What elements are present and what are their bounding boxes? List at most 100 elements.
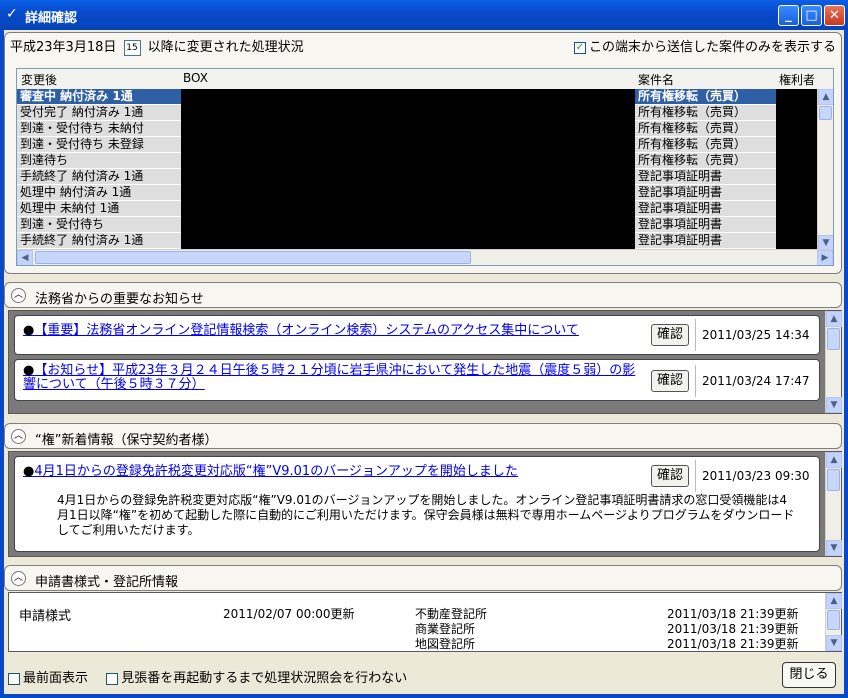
row-case: 所有権移転（売買）	[635, 137, 776, 153]
ken-scroll-thumb[interactable]	[827, 469, 840, 491]
only-this-terminal-checkbox[interactable]: ✓	[573, 41, 586, 54]
table-row[interactable]: 到達・受付待ち 登記事項証明書	[17, 217, 833, 233]
ministry-scroll-thumb[interactable]	[827, 328, 840, 350]
collapse-chevron-icon[interactable]: ︿	[11, 429, 26, 444]
row-owner	[776, 121, 820, 137]
ken-notices: ●4月1日からの登録免許税変更対応版“権”V9.01のバージョンアップを開始しま…	[8, 451, 842, 557]
status-grid[interactable]: 変更後 BOX 案件名 権利者 審査中 納付済み 1通 所有権移転（売買） 受付完了…	[16, 68, 834, 266]
apply-section-header[interactable]: ︿ 申請書様式・登記所情報	[4, 565, 842, 591]
notice-link[interactable]: ●【お知らせ】平成23年３月２４日午後５時２１分頃に岩手県沖において発生した地震…	[23, 364, 643, 392]
notice-bullet: ●	[23, 363, 35, 378]
form-updated: 2011/02/07 00:00更新	[223, 607, 355, 621]
table-row[interactable]: 審査中 納付済み 1通 所有権移転（売買）	[17, 89, 833, 105]
calendar-day: 15	[126, 42, 138, 53]
row-status: 受付完了 納付済み 1通	[17, 105, 181, 121]
title-bar[interactable]: ✓ 詳細確認 _ □ ✕	[0, 0, 848, 30]
row-box	[181, 201, 635, 217]
status-suffix: 以降に変更された処理状況	[147, 40, 304, 55]
topmost-checkbox[interactable]	[8, 672, 20, 685]
window-title: 詳細確認	[25, 11, 78, 26]
grid-horizontal-scrollbar[interactable]: ◀ ▶	[17, 249, 833, 265]
table-row[interactable]: 処理中 納付済み 1通 登記事項証明書	[17, 185, 833, 201]
topmost-label: 最前面表示	[23, 671, 89, 686]
ken-notice-link[interactable]: ●4月1日からの登録免許税変更対応版“権”V9.01のバージョンアップを開始しま…	[23, 465, 643, 479]
only-this-terminal-label: この端末から送信した案件のみを表示する	[588, 40, 836, 55]
ken-section-header[interactable]: ︿ “権”新着情報（保守契約者様）	[4, 423, 842, 449]
row-case: 登記事項証明書	[635, 185, 776, 201]
table-row[interactable]: 受付完了 納付済み 1通 所有権移転（売買）	[17, 105, 833, 121]
only-this-terminal-option[interactable]: ✓ この端末から送信した案件のみを表示する	[573, 36, 836, 55]
confirm-button[interactable]: 確認	[651, 324, 689, 346]
apply-info: 申請様式 2011/02/07 00:00更新 不動産登記所 商業登記所 地図登…	[8, 592, 842, 652]
col-header-owner[interactable]: 権利者	[779, 71, 815, 88]
row-status: 到達待ち	[17, 153, 181, 169]
notice-date: 2011/03/24 17:47	[695, 365, 810, 397]
ministry-section-title: 法務省からの重要なお知らせ	[35, 292, 204, 307]
row-status: 到達・受付待ち 未納付	[17, 121, 181, 137]
col-header-box[interactable]: BOX	[183, 71, 208, 85]
grid-hscroll-thumb[interactable]	[35, 251, 471, 264]
ministry-scrollbar[interactable]: ▲ ▼	[825, 311, 842, 413]
scroll-down-icon[interactable]: ▼	[826, 635, 842, 651]
scroll-right-icon[interactable]: ▶	[817, 250, 833, 265]
ken-notice-link-text[interactable]: 4月1日からの登録免許税変更対応版“権”V9.01のバージョンアップを開始しまし…	[34, 464, 518, 479]
scroll-up-icon[interactable]: ▲	[826, 311, 842, 327]
scroll-up-icon[interactable]: ▲	[826, 452, 842, 468]
minimize-button[interactable]: _	[778, 5, 799, 26]
row-status: 審査中 納付済み 1通	[17, 89, 181, 105]
confirm-button[interactable]: 確認	[651, 465, 689, 487]
row-box	[181, 105, 635, 121]
notice-item: ●【重要】法務省オンライン登記情報検索（オンライン検索）システムのアクセス集中に…	[14, 315, 820, 355]
table-row[interactable]: 到達待ち 所有権移転（売買）	[17, 153, 833, 169]
grid-vscroll-thumb[interactable]	[819, 106, 832, 120]
grid-vertical-scrollbar[interactable]: ▲ ▼	[817, 89, 833, 251]
maximize-button[interactable]: □	[801, 5, 822, 26]
table-row[interactable]: 到達・受付待ち 未納付 所有権移転（売買）	[17, 121, 833, 137]
apply-scroll-thumb[interactable]	[827, 610, 840, 630]
table-row[interactable]: 到達・受付待ち 未登録 所有権移転（売買）	[17, 137, 833, 153]
row-owner	[776, 185, 820, 201]
row-box	[181, 137, 635, 153]
row-owner	[776, 137, 820, 153]
table-row[interactable]: 手続終了 納付済み 1通 登記事項証明書	[17, 169, 833, 185]
notice-link-text[interactable]: 【重要】法務省オンライン登記情報検索（オンライン検索）システムのアクセス集中につ…	[34, 323, 579, 338]
collapse-chevron-icon[interactable]: ︿	[11, 288, 26, 303]
apply-scrollbar[interactable]: ▲ ▼	[825, 593, 842, 651]
confirm-button[interactable]: 確認	[651, 370, 689, 392]
notice-item: ●【お知らせ】平成23年３月２４日午後５時２１分頃に岩手県沖において発生した地震…	[14, 359, 820, 401]
row-case: 所有権移転（売買）	[635, 121, 776, 137]
scroll-up-icon[interactable]: ▲	[818, 89, 833, 105]
status-date: 平成23年3月18日	[10, 40, 117, 55]
col-header-case[interactable]: 案件名	[638, 71, 674, 88]
row-case: 登記事項証明書	[635, 201, 776, 217]
no-query-checkbox[interactable]	[106, 672, 119, 685]
row-case: 登記事項証明書	[635, 233, 776, 249]
scroll-up-icon[interactable]: ▲	[826, 593, 842, 609]
apply-section-title: 申請書様式・登記所情報	[35, 575, 179, 590]
ken-section-title: “権”新着情報（保守契約者様）	[35, 433, 218, 448]
calendar-icon[interactable]: 15	[123, 39, 141, 56]
row-status: 到達・受付待ち 未登録	[17, 137, 181, 153]
col-header-status[interactable]: 変更後	[21, 71, 57, 88]
office-updated: 2011/03/18 21:39更新	[667, 637, 799, 651]
notice-bullet: ●	[23, 464, 35, 479]
close-window-button[interactable]: ✕	[824, 5, 845, 26]
scroll-down-icon[interactable]: ▼	[826, 397, 842, 413]
table-row[interactable]: 手続終了 納付済み 1通 登記事項証明書	[17, 233, 833, 249]
row-box	[181, 89, 635, 105]
row-box	[181, 169, 635, 185]
table-row[interactable]: 処理中 未納付 1通 登記事項証明書	[17, 201, 833, 217]
scroll-down-icon[interactable]: ▼	[826, 540, 842, 556]
row-case: 登記事項証明書	[635, 217, 776, 233]
footer-options: 最前面表示 見張番を再起動するまで処理状況照会を行わない	[8, 667, 407, 686]
scroll-left-icon[interactable]: ◀	[17, 250, 33, 265]
notice-link-text[interactable]: 【お知らせ】平成23年３月２４日午後５時２１分頃に岩手県沖において発生した地震（…	[23, 363, 635, 392]
close-button[interactable]: 閉じる	[782, 662, 836, 688]
notice-link[interactable]: ●【重要】法務省オンライン登記情報検索（オンライン検索）システムのアクセス集中に…	[23, 324, 643, 338]
ken-scrollbar[interactable]: ▲ ▼	[825, 452, 842, 556]
row-case: 登記事項証明書	[635, 169, 776, 185]
collapse-chevron-icon[interactable]: ︿	[11, 571, 26, 586]
notice-bullet: ●	[23, 323, 35, 338]
ministry-section-header[interactable]: ︿ 法務省からの重要なお知らせ	[4, 282, 842, 308]
row-owner	[776, 169, 820, 185]
